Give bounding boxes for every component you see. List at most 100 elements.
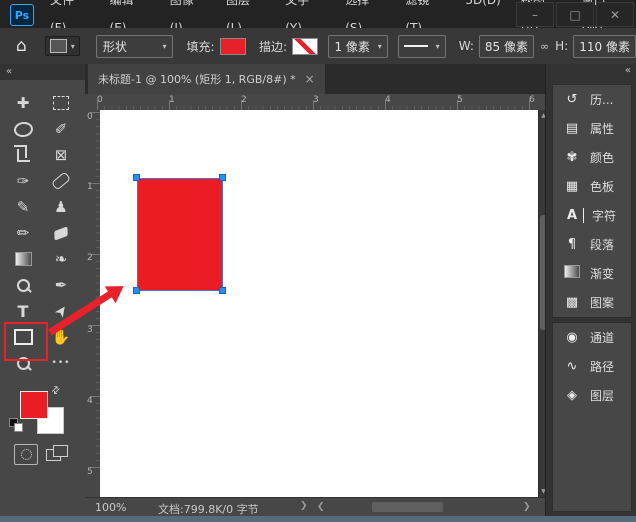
panel-group-2: ◉ 通道 ∿ 路径 ◈ 图层 xyxy=(552,322,632,512)
horizontal-ruler: 0 1 2 3 4 5 6 xyxy=(85,94,545,111)
healing-brush-tool[interactable] xyxy=(42,168,80,194)
panel-item-layers[interactable]: ◈ 图层 xyxy=(553,381,631,410)
panel-item-label: 通道 xyxy=(590,329,614,346)
channels-icon: ◉ xyxy=(562,330,582,345)
history-brush-tool[interactable]: ✏ xyxy=(4,220,42,246)
options-bar: ⌂ ▾ 形状 ▾ 填充: 描边: 1 像素 ▾ ▾ W: 85 像素 ∞ H: … xyxy=(0,28,636,65)
eraser-icon xyxy=(54,226,67,240)
panel-item-paragraph[interactable]: ¶ 段落 xyxy=(553,230,631,259)
zoom-level[interactable]: 100% xyxy=(95,501,126,514)
stroke-width-select[interactable]: 1 像素 ▾ xyxy=(328,35,387,58)
chevron-down-icon: ▾ xyxy=(71,42,75,51)
shape-mode-select[interactable]: 形状 ▾ xyxy=(96,35,174,58)
toolbar-header: « xyxy=(0,64,85,80)
maximize-button[interactable]: □ xyxy=(556,2,594,27)
fill-color-swatch[interactable] xyxy=(220,38,246,55)
brush-tool[interactable]: ✎ xyxy=(4,194,42,220)
default-colors-icon[interactable] xyxy=(9,418,23,432)
shape-handle-bottom-right[interactable] xyxy=(219,287,226,294)
shape-width-input[interactable]: 85 像素 xyxy=(479,35,534,58)
marquee-tool[interactable] xyxy=(42,90,80,116)
minimize-button[interactable]: – xyxy=(516,2,554,27)
screen-mode-button[interactable] xyxy=(46,445,68,463)
stroke-style-select[interactable]: ▾ xyxy=(398,35,446,58)
frame-tool[interactable]: ⊠ xyxy=(42,142,80,168)
collapse-panel-icon[interactable]: « xyxy=(625,65,631,76)
dodge-tool[interactable] xyxy=(4,272,42,298)
red-rectangle-shape[interactable] xyxy=(137,178,223,291)
layers-icon: ◈ xyxy=(562,388,582,403)
stroke-label: 描边: xyxy=(259,38,287,55)
healing-brush-icon xyxy=(51,171,71,190)
panel-item-pattern[interactable]: ▩ 图案 xyxy=(553,288,631,317)
panel-group-1: ↺ 历... ▤ 属性 ✾ 颜色 ▦ 色板 A 字符 ¶ 段落 渐变 ▩ 图案 xyxy=(552,84,632,318)
type-tool[interactable]: T xyxy=(4,298,42,324)
canvas[interactable] xyxy=(100,110,538,497)
frame-icon: ⊠ xyxy=(55,146,68,164)
title-bar: Ps 文件(F) 编辑(E) 图像(I) 图层(L) 文字(Y) 选择(S) 滤… xyxy=(0,0,636,29)
lasso-tool[interactable] xyxy=(4,116,42,142)
marquee-icon xyxy=(53,96,69,110)
eyedropper-tool[interactable]: ✑ xyxy=(4,168,42,194)
panel-item-swatches[interactable]: ▦ 色板 xyxy=(553,172,631,201)
swap-colors-icon[interactable]: ⇄ xyxy=(49,384,63,398)
close-tab-icon[interactable]: × xyxy=(305,72,315,86)
shape-height-input[interactable]: 110 像素 xyxy=(573,35,636,58)
shape-width-value: 85 像素 xyxy=(485,38,528,55)
history-brush-icon: ✏ xyxy=(17,224,30,242)
window-controls: – □ ✕ xyxy=(514,2,634,27)
shape-height-value: 110 像素 xyxy=(579,38,630,55)
status-bar: 100% 文档:799.8K/0 字节 ❯ ❮ ❯ xyxy=(85,497,545,517)
shape-handle-bottom-left[interactable] xyxy=(133,287,140,294)
ruler-tick-label: 4 xyxy=(87,396,93,406)
scroll-left-icon[interactable]: ❮ xyxy=(317,502,325,512)
panel-item-label: 段落 xyxy=(590,236,614,253)
scroll-right-icon[interactable]: ❯ xyxy=(523,502,531,512)
panel-item-character[interactable]: A 字符 xyxy=(553,201,631,230)
panel-item-label: 颜色 xyxy=(590,149,614,166)
panel-item-history[interactable]: ↺ 历... xyxy=(553,85,631,114)
gradient-panel-icon xyxy=(564,265,580,278)
link-dimensions-icon[interactable]: ∞ xyxy=(540,40,549,53)
panel-item-properties[interactable]: ▤ 属性 xyxy=(553,114,631,143)
home-icon[interactable]: ⌂ xyxy=(16,36,27,56)
close-button[interactable]: ✕ xyxy=(596,2,634,27)
horizontal-scrollbar-thumb[interactable] xyxy=(372,502,443,512)
move-tool[interactable]: ✚ xyxy=(4,90,42,116)
foreground-color-swatch[interactable] xyxy=(20,391,48,419)
ruler-tick-label: 5 xyxy=(457,95,463,105)
eyedropper-icon: ✑ xyxy=(17,172,30,190)
document-size-info: 文档:799.8K/0 字节 xyxy=(158,501,259,517)
quick-select-tool[interactable]: ✐ xyxy=(42,116,80,142)
quick-select-icon: ✐ xyxy=(55,120,68,138)
crop-icon xyxy=(17,149,30,162)
status-options-icon[interactable]: ❯ xyxy=(300,501,308,511)
document-tab-bar: 未标题-1 @ 100% (矩形 1, RGB/8#) * × xyxy=(85,64,545,95)
photoshop-app-icon: Ps xyxy=(10,4,34,26)
smudge-icon: ❧ xyxy=(55,250,68,268)
document-tab[interactable]: 未标题-1 @ 100% (矩形 1, RGB/8#) * × xyxy=(88,64,325,94)
stroke-color-swatch[interactable] xyxy=(292,38,318,55)
smudge-tool[interactable]: ❧ xyxy=(42,246,80,272)
panel-item-label: 历... xyxy=(590,91,613,108)
quick-mask-button[interactable] xyxy=(14,444,38,465)
panel-item-color[interactable]: ✾ 颜色 xyxy=(553,143,631,172)
ruler-tick-label: 0 xyxy=(97,95,103,105)
gradient-tool[interactable] xyxy=(4,246,42,272)
paragraph-icon: ¶ xyxy=(562,237,582,252)
quick-mask-icon xyxy=(21,449,32,460)
tool-preset-dropdown[interactable]: ▾ xyxy=(45,36,80,56)
panel-item-channels[interactable]: ◉ 通道 xyxy=(553,323,631,352)
panel-item-gradient[interactable]: 渐变 xyxy=(553,259,631,288)
ruler-tick-label: 4 xyxy=(385,95,391,105)
shape-handle-top-left[interactable] xyxy=(133,174,140,181)
eraser-tool[interactable] xyxy=(42,220,80,246)
crop-tool[interactable] xyxy=(4,142,42,168)
panel-item-paths[interactable]: ∿ 路径 xyxy=(553,352,631,381)
swatches-icon: ▦ xyxy=(562,179,582,194)
shape-handle-top-right[interactable] xyxy=(219,174,226,181)
bottom-edge-strip xyxy=(0,516,636,522)
collapse-toolbar-icon[interactable]: « xyxy=(6,66,12,77)
clone-stamp-tool[interactable]: ♟ xyxy=(42,194,80,220)
pen-tool[interactable]: ✒ xyxy=(42,272,80,298)
